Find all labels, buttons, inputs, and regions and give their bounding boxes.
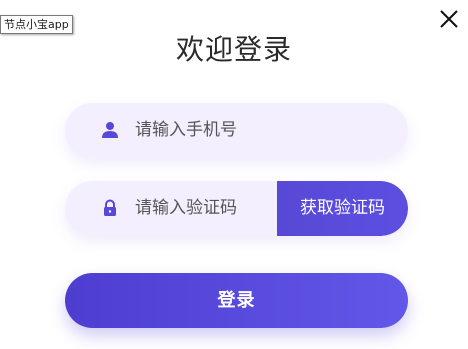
page-title: 欢迎登录 xyxy=(175,33,292,66)
verification-code-input[interactable]: 请输入验证码 获取验证码 xyxy=(65,181,408,236)
user-icon xyxy=(101,121,119,139)
phone-input[interactable]: 请输入手机号 xyxy=(65,103,408,158)
get-code-button[interactable]: 获取验证码 xyxy=(277,181,408,236)
phone-placeholder: 请输入手机号 xyxy=(135,120,237,140)
code-placeholder: 请输入验证码 xyxy=(135,198,237,218)
login-button[interactable]: 登录 xyxy=(65,273,408,328)
lock-icon xyxy=(101,199,119,217)
